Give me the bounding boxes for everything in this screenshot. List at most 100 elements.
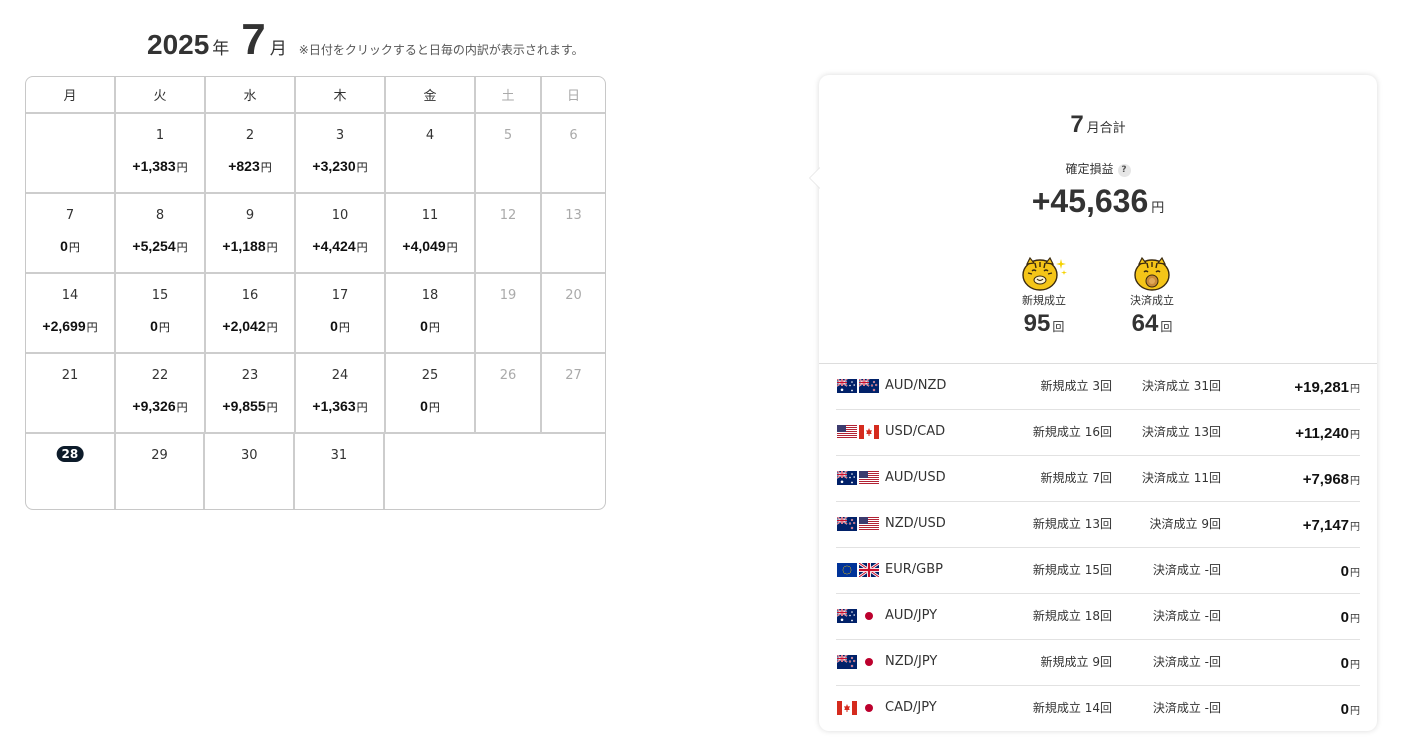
- calendar-day-cell[interactable]: 5: [476, 114, 542, 192]
- pair-flags: [837, 517, 879, 531]
- australia-flag-icon: [837, 379, 857, 393]
- realized-pl-text: 確定損益: [1065, 162, 1114, 176]
- closed-orders-count: 64: [1131, 310, 1159, 337]
- weekday-tue: 火: [116, 77, 206, 112]
- calendar-day-cell[interactable]: 19: [476, 274, 542, 352]
- pair-new-count: 新規成立 18回: [1032, 609, 1112, 623]
- day-number: 31: [330, 448, 348, 463]
- calendar-day-cell[interactable]: 14 +2,699円: [26, 274, 116, 352]
- calendar-day-cell[interactable]: 2 +823円: [206, 114, 296, 192]
- calendar-day-cell[interactable]: 7 0円: [26, 194, 116, 272]
- calendar-day-cell[interactable]: 12: [476, 194, 542, 272]
- new-orders-count: 95: [1023, 310, 1051, 337]
- summary-month: 7: [1070, 111, 1084, 138]
- usa-flag-icon: [837, 425, 857, 439]
- pair-name: CAD/JPY: [885, 700, 937, 715]
- calendar-day-cell[interactable]: 4: [386, 114, 476, 192]
- calendar-day-cell[interactable]: 20: [542, 274, 605, 352]
- currency-pair-row: NZD/USD 新規成立 13回 決済成立 9回 +7,147円: [836, 502, 1360, 548]
- calendar-month-suffix: 月: [269, 39, 287, 59]
- australia-flag-icon: [837, 471, 857, 485]
- closed-orders-value: 64 回: [1112, 310, 1192, 338]
- pair-name: NZD/JPY: [885, 654, 938, 669]
- calendar-day-cell[interactable]: 16 +2,042円: [206, 274, 296, 352]
- pair-profit-yen: 円: [1350, 706, 1360, 717]
- summary-month-total-label: 月合計: [1086, 121, 1126, 136]
- calendar-day-cell[interactable]: 18 0円: [386, 274, 476, 352]
- japan-flag-icon: [859, 655, 879, 669]
- pair-profit: 0円: [1341, 561, 1360, 580]
- weekday-sat: 土: [476, 77, 542, 112]
- calendar-day-cell[interactable]: 9 +1,188円: [206, 194, 296, 272]
- day-profit-amount: +3,230: [312, 158, 356, 174]
- calendar-day-cell[interactable]: 6: [542, 114, 605, 192]
- calendar-day-cell[interactable]: 15 0円: [116, 274, 206, 352]
- calendar-day-cell[interactable]: 8 +5,254円: [116, 194, 206, 272]
- day-profit-amount: 0: [60, 238, 68, 254]
- calendar-day-cell[interactable]: 22 +9,326円: [116, 354, 206, 432]
- day-number: 30: [240, 448, 258, 463]
- realized-pl-label: 確定損益?: [819, 160, 1377, 177]
- day-profit-yen: 円: [176, 162, 188, 174]
- day-profit: +3,230円: [296, 158, 384, 175]
- currency-pair-row: AUD/NZD 新規成立 3回 決済成立 31回 +19,281円: [836, 364, 1360, 410]
- calendar-day-cell[interactable]: 24 +1,363円: [296, 354, 386, 432]
- calendar-day-cell[interactable]: 25 0円: [386, 354, 476, 432]
- day-number: 11: [421, 208, 439, 223]
- new-orders-label: 新規成立: [1022, 294, 1066, 307]
- day-profit-amount: 0: [420, 398, 428, 414]
- day-profit-yen: 円: [356, 162, 368, 174]
- day-profit: 0円: [116, 318, 204, 335]
- tiger-mascot-cheer-icon: [1022, 256, 1067, 291]
- weekday-fri: 金: [386, 77, 476, 112]
- pair-profit: 0円: [1341, 699, 1360, 718]
- calendar-day-cell[interactable]: 21: [26, 354, 116, 432]
- day-profit-yen: 円: [428, 322, 440, 334]
- calendar-day-cell[interactable]: 26: [476, 354, 542, 432]
- day-number: 21: [61, 368, 79, 383]
- day-profit-amount: +4,049: [402, 238, 446, 254]
- week-row: 7 0円 8 +5,254円 9 +1,188円 10 +4,424円 11 +4,049円 12 1…: [26, 194, 605, 274]
- pair-close-count: 決済成立 11回: [1141, 471, 1221, 485]
- day-profit: +823円: [206, 158, 294, 175]
- day-profit-yen: 円: [158, 322, 170, 334]
- calendar-day-cell[interactable]: 23 +9,855円: [206, 354, 296, 432]
- calendar-day-cell[interactable]: 17 0円: [296, 274, 386, 352]
- weekday-thu: 木: [296, 77, 386, 112]
- pair-close-count: 決済成立 13回: [1141, 425, 1221, 439]
- calendar-day-cell[interactable]: 28: [26, 434, 116, 509]
- calendar-day-cell[interactable]: 3 +3,230円: [296, 114, 386, 192]
- calendar-year-suffix: 年: [212, 39, 230, 59]
- day-profit: +4,049円: [386, 238, 474, 255]
- day-profit-yen: 円: [266, 402, 278, 414]
- weekday-mon: 月: [26, 77, 116, 112]
- day-profit-amount: +1,383: [132, 158, 176, 174]
- eu-flag-icon: [837, 563, 857, 577]
- calendar-day-cell[interactable]: 13: [542, 194, 605, 272]
- help-icon[interactable]: ?: [1117, 164, 1131, 177]
- day-profit-amount: +1,188: [222, 238, 266, 254]
- calendar-day-cell[interactable]: 29: [116, 434, 206, 509]
- calendar-day-cell[interactable]: 31: [295, 434, 385, 509]
- day-profit-amount: +2,699: [42, 318, 86, 334]
- pair-profit: 0円: [1341, 607, 1360, 626]
- usa-flag-icon: [859, 517, 879, 531]
- day-number: 26: [499, 368, 517, 383]
- pair-new-count: 新規成立 15回: [1032, 563, 1112, 577]
- calendar-day-cell[interactable]: 27: [542, 354, 605, 432]
- day-number: 29: [151, 448, 168, 463]
- today-day-number: 28: [56, 446, 84, 462]
- day-number: 9: [245, 208, 255, 223]
- calendar-day-cell[interactable]: 30: [205, 434, 296, 509]
- calendar-day-cell[interactable]: 1 +1,383円: [116, 114, 206, 192]
- calendar-day-cell[interactable]: 11 +4,049円: [386, 194, 476, 272]
- calendar-day-cell[interactable]: [26, 114, 116, 192]
- pair-close-count: 決済成立 9回: [1149, 517, 1221, 531]
- canada-flag-icon: [859, 425, 879, 439]
- day-number: 2: [245, 128, 255, 143]
- day-number: 22: [151, 368, 169, 383]
- calendar-day-cell[interactable]: 10 +4,424円: [296, 194, 386, 272]
- realized-pl-yen: 円: [1151, 201, 1165, 216]
- week-row: 28 29 30 31: [26, 434, 605, 509]
- day-number: 5: [503, 128, 513, 143]
